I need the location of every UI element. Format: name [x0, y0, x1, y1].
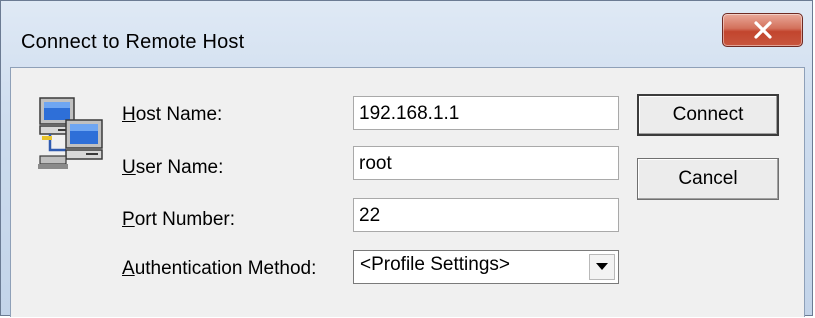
auth-method-accesskey: A [122, 258, 135, 279]
port-number-field[interactable] [353, 198, 619, 232]
auth-method-value: <Profile Settings> [360, 254, 510, 275]
window-title: Connect to Remote Host [21, 31, 245, 53]
user-name-accesskey: U [122, 157, 136, 178]
port-number-label-text: ort Number: [134, 209, 235, 230]
auth-method-select[interactable]: <Profile Settings> [353, 250, 619, 284]
port-number-accesskey: P [122, 209, 135, 230]
close-icon [753, 21, 772, 39]
user-name-label-text: ser Name: [135, 157, 224, 178]
dropdown-button[interactable] [589, 254, 615, 280]
networked-computers-icon [38, 97, 103, 169]
host-name-field[interactable] [353, 96, 619, 130]
user-name-label: User Name: [122, 157, 223, 179]
host-name-label: Host Name: [122, 104, 222, 126]
auth-method-label: Authentication Method: [122, 258, 316, 280]
host-name-accesskey: H [122, 104, 136, 125]
chevron-down-icon [596, 263, 608, 270]
close-button[interactable] [722, 13, 803, 47]
auth-method-label-text: uthentication Method: [134, 258, 317, 279]
user-name-field[interactable] [353, 146, 619, 180]
host-name-label-text: ost Name: [135, 104, 223, 125]
connect-button[interactable]: Connect [637, 94, 779, 136]
cancel-button[interactable]: Cancel [637, 158, 779, 200]
port-number-label: Port Number: [122, 209, 235, 231]
